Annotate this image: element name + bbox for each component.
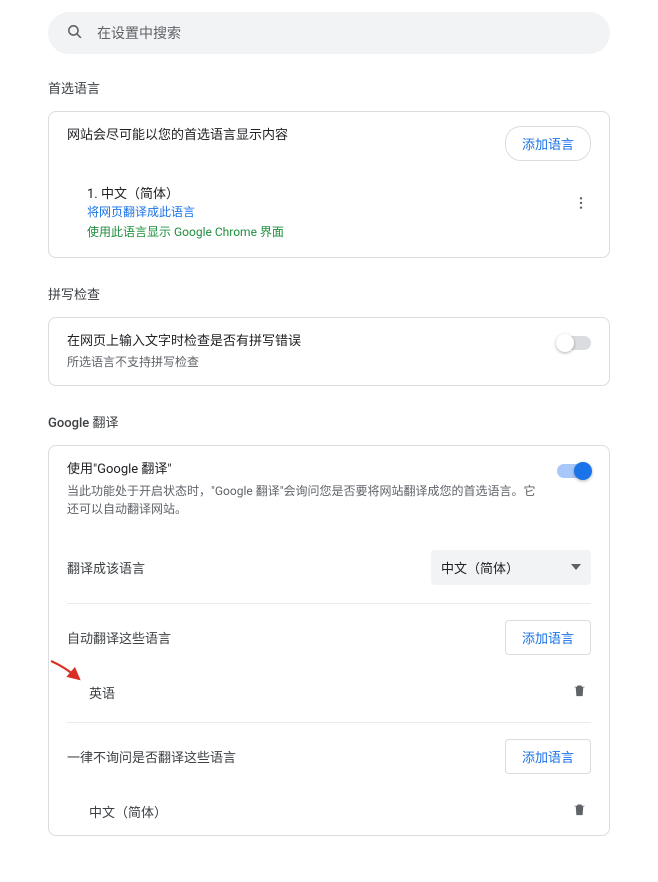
google-translate-title: Google 翻译 bbox=[48, 412, 610, 431]
trash-icon bbox=[572, 683, 587, 698]
preferred-language-name: 1. 中文（简体） bbox=[87, 183, 591, 202]
target-language-select[interactable]: 中文（简体） bbox=[431, 550, 591, 585]
preferred-desc: 网站会尽可能以您的首选语言显示内容 bbox=[67, 126, 493, 146]
spellcheck-title: 拼写检查 bbox=[48, 284, 610, 303]
preferred-languages-card: 网站会尽可能以您的首选语言显示内容 添加语言 1. 中文（简体） 将网页翻译成此… bbox=[48, 111, 610, 258]
google-translate-card: 使用"Google 翻译" 当此功能处于开启状态时，"Google 翻译"会询问… bbox=[48, 445, 610, 836]
never-translate-item: 中文（简体） bbox=[49, 788, 609, 835]
never-translate-label: 一律不询问是否翻译这些语言 bbox=[67, 747, 236, 766]
spellcheck-card: 在网页上输入文字时检查是否有拼写错误 所选语言不支持拼写检查 bbox=[48, 317, 610, 387]
settings-search-bar[interactable] bbox=[48, 12, 610, 54]
chevron-down-icon bbox=[571, 564, 581, 570]
remove-never-translate-language-button[interactable] bbox=[568, 798, 591, 825]
use-for-chrome-ui-link[interactable]: 使用此语言显示 Google Chrome 界面 bbox=[87, 222, 591, 242]
preferred-language-item: 1. 中文（简体） 将网页翻译成此语言 使用此语言显示 Google Chrom… bbox=[49, 175, 609, 257]
add-auto-translate-language-button[interactable]: 添加语言 bbox=[505, 620, 591, 655]
trash-icon bbox=[572, 802, 587, 817]
target-language-label: 翻译成该语言 bbox=[67, 558, 145, 577]
target-language-value: 中文（简体） bbox=[441, 558, 519, 577]
add-preferred-language-button[interactable]: 添加语言 bbox=[505, 126, 591, 161]
auto-translate-language-name: 英语 bbox=[89, 683, 115, 702]
search-input[interactable] bbox=[97, 25, 592, 41]
more-vert-icon bbox=[573, 195, 589, 211]
use-translate-row-title: 使用"Google 翻译" bbox=[67, 460, 545, 480]
search-icon bbox=[66, 23, 83, 44]
translate-to-this-language-link[interactable]: 将网页翻译成此语言 bbox=[87, 202, 591, 222]
remove-auto-translate-language-button[interactable] bbox=[568, 679, 591, 706]
use-translate-toggle[interactable] bbox=[557, 464, 591, 478]
use-translate-row-desc: 当此功能处于开启状态时，"Google 翻译"会询问您是否要将网站翻译成您的首选… bbox=[67, 482, 545, 518]
auto-translate-item: 英语 bbox=[49, 669, 609, 716]
language-more-menu-button[interactable] bbox=[567, 189, 595, 217]
preferred-languages-title: 首选语言 bbox=[48, 78, 610, 97]
never-translate-language-name: 中文（简体） bbox=[89, 802, 167, 821]
spellcheck-row-title: 在网页上输入文字时检查是否有拼写错误 bbox=[67, 332, 545, 352]
spellcheck-toggle[interactable] bbox=[557, 336, 591, 350]
auto-translate-label: 自动翻译这些语言 bbox=[67, 628, 171, 647]
add-never-translate-language-button[interactable]: 添加语言 bbox=[505, 739, 591, 774]
spellcheck-row-desc: 所选语言不支持拼写检查 bbox=[67, 353, 545, 371]
